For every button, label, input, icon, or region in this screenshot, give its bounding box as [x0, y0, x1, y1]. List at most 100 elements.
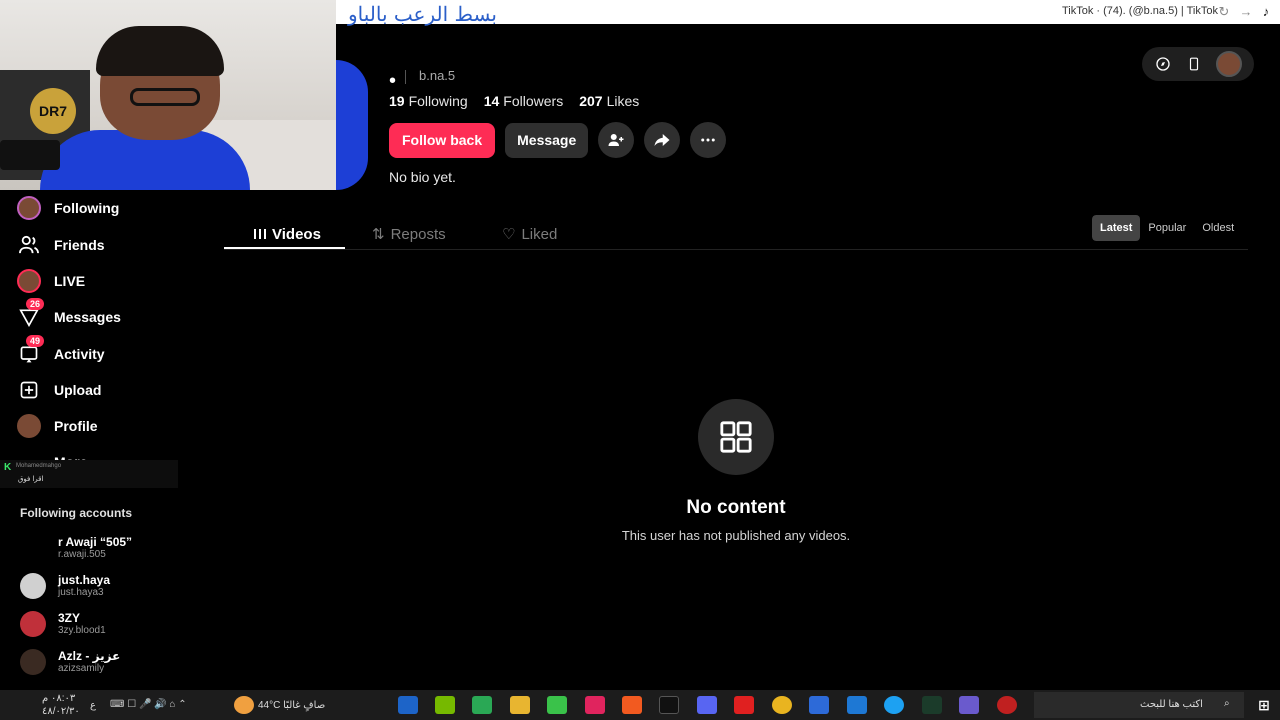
messages-icon: 26: [16, 298, 45, 330]
add-friend-button[interactable]: [598, 122, 635, 158]
following-avatar-icon: [17, 196, 41, 220]
share-icon: [654, 134, 670, 146]
activity-badge: 49: [26, 335, 45, 347]
sidebar-item-upload[interactable]: Upload: [16, 375, 101, 405]
account-item[interactable]: r Awaji “505” r.awaji.505: [20, 533, 132, 563]
taskbar-search[interactable]: [1034, 692, 1244, 718]
friends-icon: [16, 232, 42, 258]
followers-stat[interactable]: 14 Followers: [484, 93, 563, 109]
add-user-icon: [608, 134, 624, 146]
sidebar-item-activity[interactable]: 49 Activity: [16, 335, 105, 369]
profile-handle: b.na.5: [419, 68, 456, 83]
taskbar-language[interactable]: ع: [90, 700, 96, 711]
sort-toggle: Latest Popular Oldest: [1092, 215, 1242, 241]
windows-start-icon[interactable]: ⊞: [1254, 696, 1274, 714]
sidebar-item-following[interactable]: Following: [16, 193, 119, 223]
nvidia-icon[interactable]: [435, 696, 455, 714]
app-3-icon[interactable]: [809, 696, 829, 714]
messages-badge: 26: [26, 298, 45, 310]
taskbar-weather[interactable]: 44°C صافٍ غالبًا: [258, 700, 325, 711]
more-options-button[interactable]: [690, 122, 727, 158]
tiktok-logo-icon: ♪: [1262, 4, 1270, 19]
account-avatar: [20, 573, 46, 599]
ellipsis-icon: [701, 138, 716, 142]
discord-icon[interactable]: [697, 696, 717, 714]
utorrent-icon[interactable]: [547, 696, 567, 714]
account-item[interactable]: Azlz - عزيز azizsamily: [20, 647, 120, 677]
empty-state-title: No content: [686, 497, 786, 518]
arabic-banner: بسط الرعب بالباو: [348, 2, 497, 26]
sidebar-item-friends[interactable]: Friends: [16, 230, 105, 260]
media-app-icon[interactable]: [472, 696, 492, 714]
follow-back-button[interactable]: Follow back: [389, 122, 496, 158]
obs-icon[interactable]: [997, 696, 1017, 714]
taskbar-search-placeholder: اكتب هنا للبحث: [1140, 699, 1203, 710]
game-controller-icon[interactable]: [959, 696, 979, 714]
chrome-icon[interactable]: [772, 696, 792, 714]
profile-avatar-icon: [17, 414, 41, 438]
tab-liked[interactable]: ♡ Liked: [502, 218, 557, 250]
weather-icon: [234, 696, 254, 714]
youtube-icon[interactable]: [734, 696, 754, 714]
app-lambda-icon[interactable]: [922, 696, 942, 714]
repost-icon: ⇅: [372, 226, 385, 243]
mail-icon[interactable]: [847, 696, 867, 714]
following-accounts-title: Following accounts: [20, 506, 133, 520]
system-tray-icons[interactable]: ⌨ ☐ 🎤 🔊 ⌂ ⌃: [110, 699, 187, 710]
mobile-icon[interactable]: [1185, 55, 1203, 73]
account-avatar: [20, 535, 46, 561]
webcam-overlay: DR7: [0, 0, 336, 190]
tab-videos[interactable]: Videos: [254, 218, 321, 250]
sort-oldest[interactable]: Oldest: [1194, 215, 1242, 241]
profile-stats: 19 Following 14 Followers 207 Likes: [389, 93, 639, 109]
sidebar-item-messages[interactable]: 26 Messages: [16, 298, 121, 332]
chat-username: Mohamedmahgo: [16, 463, 62, 469]
grid-bars-icon: [254, 229, 266, 239]
share-button[interactable]: [644, 122, 681, 158]
likes-stat: 207 Likes: [579, 93, 640, 109]
profile-actions: Follow back Message: [389, 122, 727, 158]
stream-chat-overlay: K Mohamedmahgo اقرا فوق: [0, 460, 178, 488]
taskbar-date: ٤٨/٠٢/٣٠: [42, 706, 80, 717]
profile-nickname: •: [389, 70, 397, 92]
divider: [405, 70, 406, 84]
edge-icon[interactable]: [884, 696, 904, 714]
chat-message: اقرا فوق: [18, 476, 44, 483]
sidebar-item-live[interactable]: LIVE: [16, 266, 85, 296]
compass-icon[interactable]: [1154, 55, 1172, 73]
live-avatar-icon: [17, 269, 41, 293]
tiktok-browser-icon[interactable]: [659, 696, 679, 714]
user-avatar[interactable]: [1215, 51, 1242, 77]
account-avatar: [20, 611, 46, 637]
active-tab-indicator: [224, 247, 345, 249]
grid-icon: [698, 399, 774, 475]
tab-reposts[interactable]: ⇅ Reposts: [372, 218, 446, 250]
sort-latest[interactable]: Latest: [1092, 215, 1141, 241]
search-icon: ⌕: [1224, 698, 1230, 709]
tiktok-app-icon[interactable]: [585, 696, 605, 714]
liked-lock-icon: ♡: [502, 226, 516, 243]
following-stat[interactable]: 19 Following: [389, 93, 468, 109]
sort-popular[interactable]: Popular: [1140, 215, 1194, 241]
brave-icon[interactable]: [622, 696, 642, 714]
sidebar-item-profile[interactable]: Profile: [16, 411, 98, 441]
account-avatar: [20, 649, 46, 675]
microphone: [0, 140, 60, 170]
message-button[interactable]: Message: [505, 122, 589, 158]
activity-icon: 49: [16, 335, 45, 367]
browser-tab-title: TikTok · (74). (@b.na.5) | TikTok: [1061, 5, 1218, 17]
taskbar-time: ٠٨:٠٣ م: [42, 693, 76, 704]
profile-bio: No bio yet.: [389, 169, 456, 185]
empty-state-subtitle: This user has not published any videos.: [621, 528, 851, 543]
profile-avatar: [336, 60, 368, 190]
dr7-logo: DR7: [30, 88, 76, 134]
top-right-controls: [1142, 47, 1254, 81]
kick-icon: K: [4, 462, 12, 473]
account-item[interactable]: 3ZY 3zy.blood1: [20, 609, 106, 639]
defender-icon[interactable]: [398, 696, 418, 714]
account-item[interactable]: just.haya just.haya3: [20, 571, 110, 601]
upload-icon: [16, 377, 42, 403]
forward-icon[interactable]: →: [1238, 4, 1254, 20]
refresh-icon[interactable]: ↻: [1216, 4, 1232, 20]
file-explorer-icon[interactable]: [510, 696, 530, 714]
